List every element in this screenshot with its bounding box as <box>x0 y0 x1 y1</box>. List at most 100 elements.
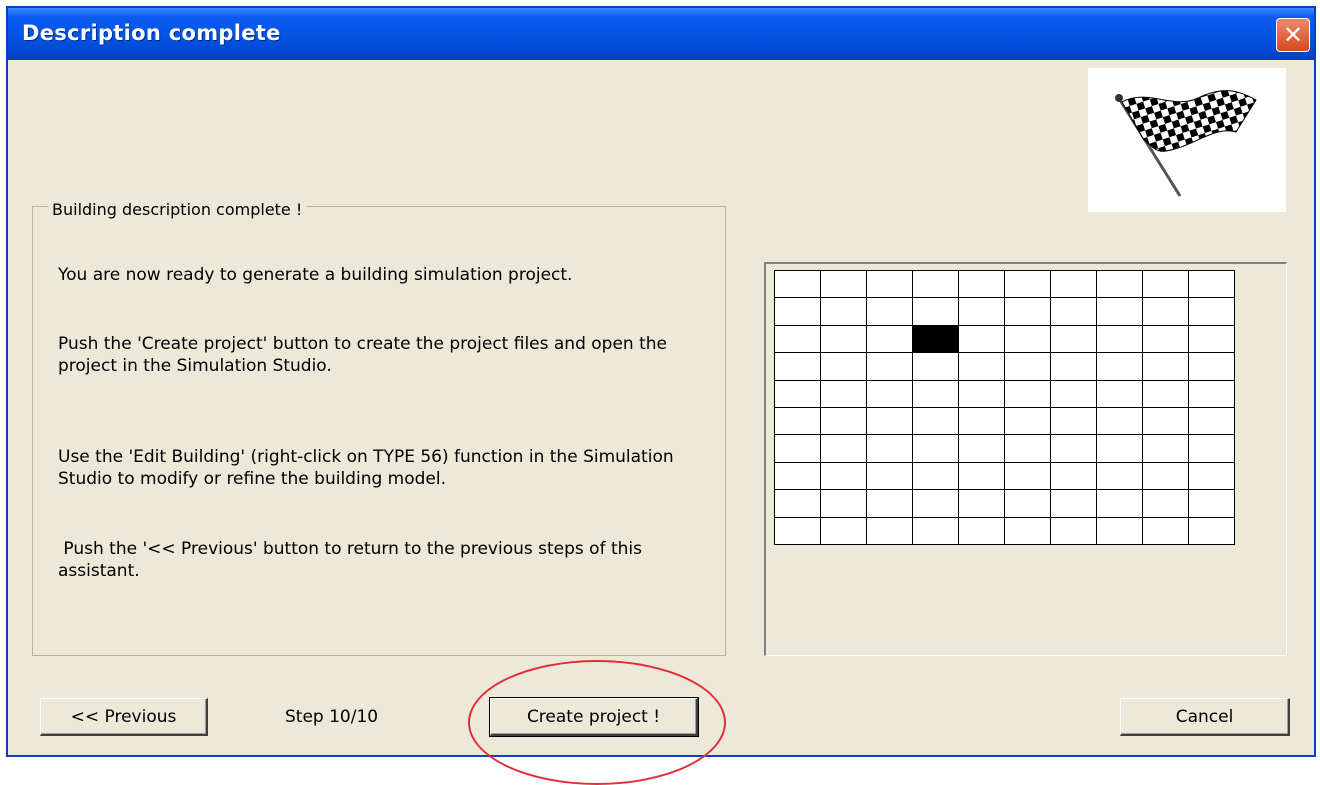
grid-cell[interactable] <box>775 435 821 463</box>
grid-cell[interactable] <box>1189 435 1235 463</box>
grid-cell[interactable] <box>1097 325 1143 354</box>
grid-cell[interactable] <box>1097 435 1143 463</box>
grid-cell[interactable] <box>1143 462 1189 491</box>
grid-cell[interactable] <box>1051 325 1097 354</box>
grid-cell[interactable] <box>821 490 867 518</box>
grid-cell[interactable] <box>1143 353 1189 381</box>
grid-cell[interactable] <box>913 435 959 463</box>
grid-cell[interactable] <box>959 462 1005 491</box>
close-button[interactable]: ✕ <box>1276 18 1310 52</box>
grid-cell[interactable] <box>1051 517 1097 545</box>
previous-button[interactable]: << Previous <box>40 698 208 736</box>
grid-cell[interactable] <box>1097 490 1143 518</box>
title-bar[interactable]: Description complete ✕ <box>8 8 1314 60</box>
grid-cell[interactable] <box>1143 298 1189 326</box>
grid-cell[interactable] <box>821 271 867 299</box>
grid-cell[interactable] <box>775 353 821 381</box>
grid-cell[interactable] <box>1005 517 1051 545</box>
grid-cell[interactable] <box>1005 325 1051 354</box>
grid-cell[interactable] <box>867 435 913 463</box>
grid-cell[interactable] <box>775 380 821 408</box>
grid-cell[interactable] <box>913 462 959 491</box>
grid-cell[interactable] <box>1005 298 1051 326</box>
grid-cell[interactable] <box>1189 462 1235 491</box>
grid-cell[interactable] <box>867 407 913 436</box>
grid-cell[interactable] <box>821 353 867 381</box>
grid-cell[interactable] <box>1143 407 1189 436</box>
cancel-button[interactable]: Cancel <box>1120 698 1290 736</box>
grid-cell[interactable] <box>1051 435 1097 463</box>
grid-cell[interactable] <box>775 490 821 518</box>
grid-cell[interactable] <box>1143 490 1189 518</box>
grid-cell[interactable] <box>821 407 867 436</box>
grid-cell[interactable] <box>867 271 913 299</box>
grid-cell[interactable] <box>1051 353 1097 381</box>
grid-cell[interactable] <box>1189 298 1235 326</box>
grid-cell[interactable] <box>775 298 821 326</box>
grid-cell[interactable] <box>1143 435 1189 463</box>
grid-cell[interactable] <box>775 462 821 491</box>
grid-cell[interactable] <box>913 380 959 408</box>
grid-cell[interactable] <box>1097 517 1143 545</box>
grid-cell[interactable] <box>821 462 867 491</box>
grid-cell[interactable] <box>1097 407 1143 436</box>
grid-cell[interactable] <box>1005 462 1051 491</box>
grid-cell[interactable] <box>1051 407 1097 436</box>
grid-cell[interactable] <box>775 325 821 354</box>
grid-cell[interactable] <box>1051 271 1097 299</box>
grid-cell[interactable] <box>959 298 1005 326</box>
grid-cell[interactable] <box>913 407 959 436</box>
grid-cell[interactable] <box>1097 462 1143 491</box>
grid-cell[interactable] <box>1051 298 1097 326</box>
grid-cell[interactable] <box>959 380 1005 408</box>
grid-cell[interactable] <box>959 490 1005 518</box>
grid-cell[interactable] <box>913 517 959 545</box>
grid-cell[interactable] <box>959 271 1005 299</box>
grid-cell[interactable] <box>1189 353 1235 381</box>
grid-cell[interactable] <box>1005 435 1051 463</box>
grid-cell[interactable] <box>1005 353 1051 381</box>
grid-cell[interactable] <box>867 490 913 518</box>
grid-cell[interactable] <box>913 490 959 518</box>
grid-cell[interactable] <box>1189 490 1235 518</box>
grid-cell[interactable] <box>1051 380 1097 408</box>
grid-cell[interactable] <box>867 298 913 326</box>
grid-cell[interactable] <box>867 353 913 381</box>
grid-cell[interactable] <box>775 271 821 299</box>
grid-cell[interactable] <box>1097 353 1143 381</box>
grid-cell[interactable] <box>1143 517 1189 545</box>
grid-cell[interactable] <box>959 353 1005 381</box>
grid-cell[interactable] <box>867 517 913 545</box>
grid-cell[interactable] <box>821 298 867 326</box>
grid-cell[interactable] <box>1005 271 1051 299</box>
grid-cell[interactable] <box>1051 462 1097 491</box>
grid-cell[interactable] <box>821 435 867 463</box>
grid-cell[interactable] <box>821 380 867 408</box>
grid-cell[interactable] <box>1097 271 1143 299</box>
grid-cell[interactable] <box>775 407 821 436</box>
grid-cell[interactable] <box>821 325 867 354</box>
grid-cell[interactable] <box>1143 271 1189 299</box>
grid-cell[interactable] <box>1051 490 1097 518</box>
grid-cell[interactable] <box>1189 407 1235 436</box>
grid-cell[interactable] <box>913 298 959 326</box>
grid-cell[interactable] <box>867 325 913 354</box>
grid-cell[interactable] <box>1189 271 1235 299</box>
grid-cell-filled[interactable] <box>913 325 959 354</box>
grid-cell[interactable] <box>775 517 821 545</box>
grid-cell[interactable] <box>913 353 959 381</box>
grid-cell[interactable] <box>959 325 1005 354</box>
grid-cell[interactable] <box>959 517 1005 545</box>
grid-cell[interactable] <box>959 435 1005 463</box>
grid-cell[interactable] <box>1189 517 1235 545</box>
grid-cell[interactable] <box>1005 407 1051 436</box>
grid-cell[interactable] <box>1189 380 1235 408</box>
grid-cell[interactable] <box>1097 380 1143 408</box>
grid-cell[interactable] <box>913 271 959 299</box>
grid-cell[interactable] <box>1189 325 1235 354</box>
grid-cell[interactable] <box>1097 298 1143 326</box>
grid-cell[interactable] <box>959 407 1005 436</box>
grid-cell[interactable] <box>821 517 867 545</box>
grid-cell[interactable] <box>1005 380 1051 408</box>
grid-cell[interactable] <box>867 462 913 491</box>
